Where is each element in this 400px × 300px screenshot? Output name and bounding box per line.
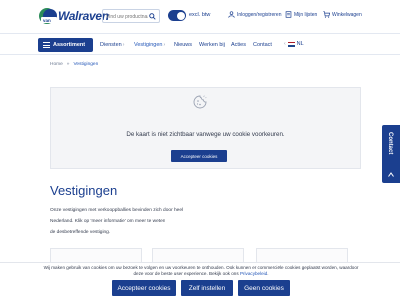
accept-cookies-button[interactable]: Accepteer cookies [112,280,176,296]
nav-item-diensten[interactable]: Diensten› [100,42,124,48]
search-icon[interactable] [149,13,156,20]
assortment-label: Assortiment [53,42,86,48]
breadcrumb: Home » Vestigingen [50,62,98,67]
login-label: Inloggen/registreren [237,11,282,18]
breadcrumb-separator: » [66,62,70,67]
chevron-right-icon: › [122,42,125,48]
cart-link[interactable]: Winkelwagen [323,11,362,18]
breadcrumb-current: Vestigingen [73,62,99,67]
vat-toggle[interactable] [168,10,186,21]
arrow-up-icon [388,172,394,177]
nav-item-werken-bij[interactable]: Werken bij [199,42,225,48]
map-accept-cookies-button[interactable]: Accepteer cookies [171,150,227,162]
my-lists-label: Mijn lijsten [294,11,318,18]
my-lists-link[interactable]: Mijn lijsten [285,11,317,18]
chevron-down-icon: ‹ [284,41,286,47]
main-nav: Assortiment Diensten› Vestigingen› Nieuw… [0,33,400,55]
cookie-icon [193,95,207,109]
nav-item-label: Diensten [100,42,122,48]
hamburger-icon [43,42,50,48]
chevron-right-icon: › [163,42,166,48]
nav-item-acties[interactable]: Acties [231,42,246,48]
intro-line: Onze vestigingen met verkooppballies bev… [50,208,184,213]
list-icon [285,11,292,18]
map-cookie-message: De kaart is niet zichtbaar vanwege uw co… [126,131,285,138]
logo-mark-icon [39,8,57,24]
language-selector[interactable]: ‹ NL [283,41,304,47]
intro-line: de desbetreffende vestiging. [50,230,111,235]
breadcrumb-home[interactable]: Home [50,62,63,67]
cookie-settings-button[interactable]: Zelf instellen [181,280,233,296]
assortment-button[interactable]: Assortiment [38,38,93,52]
cookie-message: Wij maken gebruik van cookies om uw bezo… [40,265,362,277]
reject-cookies-button[interactable]: Geen cookies [238,280,290,296]
cart-icon [323,11,330,18]
nav-item-vestigingen[interactable]: Vestigingen› [134,42,165,48]
page-title: Vestigingen [50,183,118,198]
language-label: NL [296,41,304,47]
cookie-message-text: deze voor de beste user experience. Beki… [133,271,240,276]
flag-nl-icon [287,41,295,47]
nav-item-label: Vestigingen [134,42,163,48]
contact-tab-label: Contact [387,132,393,155]
logo-badge: van [43,18,51,23]
nav-item-nieuws[interactable]: Nieuws [174,42,192,48]
search-input[interactable] [106,12,148,21]
user-icon [228,11,235,18]
cookie-message-line-2: deze voor de beste user experience. Beki… [40,271,362,277]
vat-toggle-label: excl. btw [189,12,211,18]
nav-item-contact[interactable]: Contact [253,42,272,48]
toggle-knob [176,11,185,20]
privacy-policy-link[interactable]: Privacybeleid [240,271,267,276]
cart-label: Winkelwagen [332,11,362,18]
intro-line: Nederland. Klik op 'meer informatie' om … [50,219,165,224]
search-box [102,9,160,23]
intro-text: Onze vestigingen met verkooppballies bev… [50,205,184,238]
cookie-message-end: . [267,271,269,276]
header: van Walraven excl. btw Inloggen/registre… [0,0,400,33]
login-link[interactable]: Inloggen/registreren [228,11,281,18]
